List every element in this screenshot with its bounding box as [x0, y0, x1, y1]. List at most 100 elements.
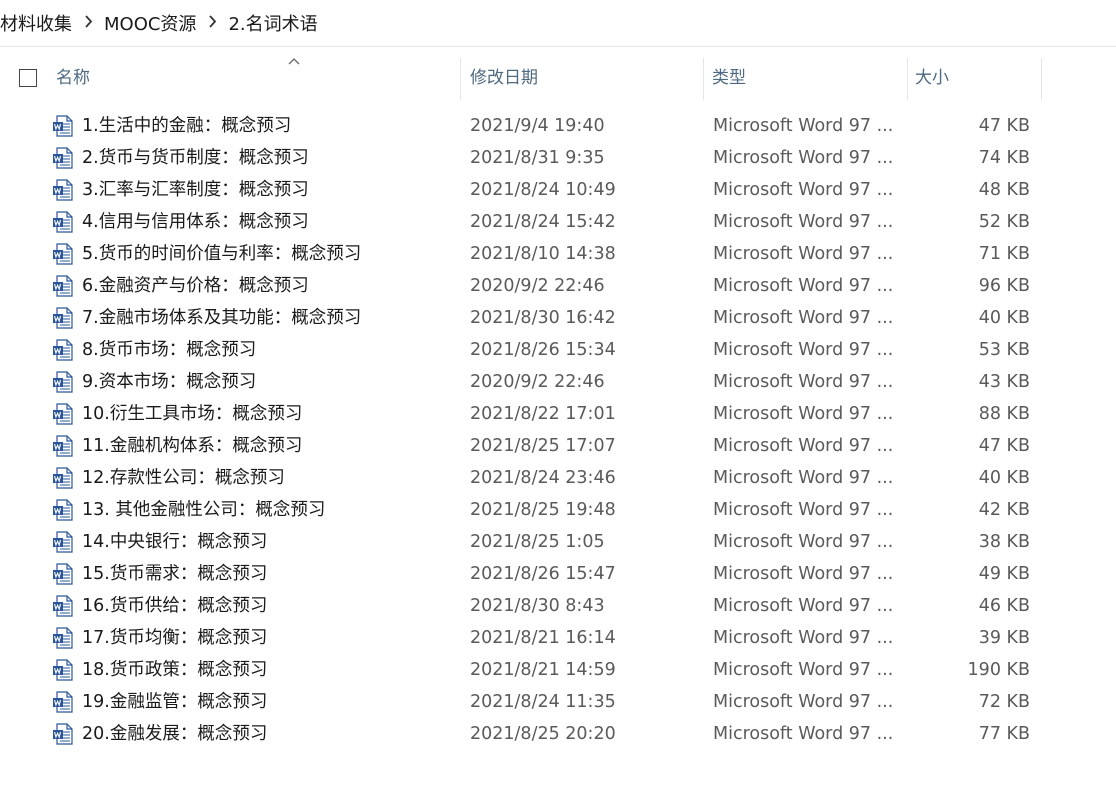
file-row[interactable]: 15.货币需求：概念预习 2021/8/26 15:47 Microsoft Wor… — [0, 558, 1116, 590]
file-modified-date: 2021/8/30 16:42 — [470, 308, 616, 328]
file-size: 47 KB — [978, 116, 1030, 136]
file-name[interactable]: 18.货币政策：概念预习 — [82, 654, 267, 686]
file-name[interactable]: 10.衍生工具市场：概念预习 — [82, 398, 302, 430]
file-modified-date: 2021/8/25 1:05 — [470, 532, 605, 552]
file-row[interactable]: 10.衍生工具市场：概念预习 2021/8/22 17:01 Microsoft W… — [0, 398, 1116, 430]
file-name[interactable]: 20.金融发展：概念预习 — [82, 718, 267, 750]
column-header-date-label: 修改日期 — [470, 68, 538, 88]
word-document-icon — [52, 403, 74, 425]
file-size: 77 KB — [978, 724, 1030, 744]
word-document-icon — [52, 467, 74, 489]
file-row[interactable]: 4.信用与信用体系：概念预习 2021/8/24 15:42 Microsoft W… — [0, 206, 1116, 238]
breadcrumb-item-materials[interactable]: 材料收集 — [0, 10, 72, 36]
file-modified-date: 2021/8/10 14:38 — [470, 244, 616, 264]
file-modified-date: 2021/8/24 11:35 — [470, 692, 616, 712]
file-name[interactable]: 11.金融机构体系：概念预习 — [82, 430, 302, 462]
file-row[interactable]: 3.汇率与汇率制度：概念预习 2021/8/24 10:49 Microsoft W… — [0, 174, 1116, 206]
file-name[interactable]: 9.资本市场：概念预习 — [82, 366, 256, 398]
file-name[interactable]: 13. 其他金融性公司：概念预习 — [82, 494, 325, 526]
file-name[interactable]: 16.货币供给：概念预习 — [82, 590, 267, 622]
file-row[interactable]: 17.货币均衡：概念预习 2021/8/21 16:14 Microsoft Wor… — [0, 622, 1116, 654]
file-name[interactable]: 17.货币均衡：概念预习 — [82, 622, 267, 654]
select-all-checkbox[interactable] — [19, 69, 37, 87]
breadcrumb-item-terms[interactable]: 2.名词术语 — [228, 10, 317, 36]
word-document-icon — [52, 147, 74, 169]
file-row[interactable]: 9.资本市场：概念预习 2020/9/2 22:46 Microsoft Word … — [0, 366, 1116, 398]
file-row[interactable]: 18.货币政策：概念预习 2021/8/21 14:59 Microsoft Wor… — [0, 654, 1116, 686]
file-name[interactable]: 3.汇率与汇率制度：概念预习 — [82, 174, 309, 206]
word-document-icon — [52, 531, 74, 553]
file-row[interactable]: 7.金融市场体系及其功能：概念预习 2021/8/30 16:42 Microsof… — [0, 302, 1116, 334]
file-row[interactable]: 1.生活中的金融：概念预习 2021/9/4 19:40 Microsoft Wor… — [0, 110, 1116, 142]
file-name[interactable]: 19.金融监管：概念预习 — [82, 686, 267, 718]
file-type: Microsoft Word 97 ... — [713, 596, 894, 616]
word-document-icon — [52, 243, 74, 265]
file-row[interactable]: 11.金融机构体系：概念预习 2021/8/25 17:07 Microsoft W… — [0, 430, 1116, 462]
chevron-right-icon[interactable] — [196, 14, 228, 32]
column-header-name-label: 名称 — [56, 68, 90, 88]
file-modified-date: 2021/8/24 10:49 — [470, 180, 616, 200]
file-row[interactable]: 20.金融发展：概念预习 2021/8/25 20:20 Microsoft Wor… — [0, 718, 1116, 750]
file-size: 53 KB — [978, 340, 1030, 360]
file-type: Microsoft Word 97 ... — [713, 372, 894, 392]
file-type: Microsoft Word 97 ... — [713, 500, 894, 520]
file-type: Microsoft Word 97 ... — [713, 148, 894, 168]
column-divider[interactable] — [460, 58, 461, 100]
word-document-icon — [52, 563, 74, 585]
file-type: Microsoft Word 97 ... — [713, 244, 894, 264]
file-modified-date: 2021/8/24 15:42 — [470, 212, 616, 232]
file-name[interactable]: 1.生活中的金融：概念预习 — [82, 110, 291, 142]
word-document-icon — [52, 659, 74, 681]
file-row[interactable]: 12.存款性公司：概念预习 2021/8/24 23:46 Microsoft Wo… — [0, 462, 1116, 494]
file-type: Microsoft Word 97 ... — [713, 404, 894, 424]
file-name[interactable]: 2.货币与货币制度：概念预习 — [82, 142, 309, 174]
file-name[interactable]: 4.信用与信用体系：概念预习 — [82, 206, 309, 238]
column-header-type[interactable]: 类型 — [712, 58, 907, 100]
file-type: Microsoft Word 97 ... — [713, 308, 894, 328]
file-size: 48 KB — [978, 180, 1030, 200]
file-row[interactable]: 19.金融监管：概念预习 2021/8/24 11:35 Microsoft Wor… — [0, 686, 1116, 718]
file-size: 96 KB — [978, 276, 1030, 296]
file-type: Microsoft Word 97 ... — [713, 180, 894, 200]
file-name[interactable]: 6.金融资产与价格：概念预习 — [82, 270, 309, 302]
file-row[interactable]: 16.货币供给：概念预习 2021/8/30 8:43 Microsoft Word… — [0, 590, 1116, 622]
file-name[interactable]: 7.金融市场体系及其功能：概念预习 — [82, 302, 361, 334]
file-name[interactable]: 12.存款性公司：概念预习 — [82, 462, 285, 494]
file-modified-date: 2021/8/26 15:47 — [470, 564, 616, 584]
file-size: 46 KB — [978, 596, 1030, 616]
file-type: Microsoft Word 97 ... — [713, 212, 894, 232]
file-name[interactable]: 8.货币市场：概念预习 — [82, 334, 256, 366]
file-row[interactable]: 5.货币的时间价值与利率：概念预习 2021/8/10 14:38 Microsof… — [0, 238, 1116, 270]
file-type: Microsoft Word 97 ... — [713, 436, 894, 456]
file-name[interactable]: 15.货币需求：概念预习 — [82, 558, 267, 590]
file-row[interactable]: 2.货币与货币制度：概念预习 2021/8/31 9:35 Microsoft Wo… — [0, 142, 1116, 174]
file-row[interactable]: 13. 其他金融性公司：概念预习 2021/8/25 19:48 Microsoft… — [0, 494, 1116, 526]
file-row[interactable]: 8.货币市场：概念预习 2021/8/26 15:34 Microsoft Word… — [0, 334, 1116, 366]
column-header-size[interactable]: 大小 — [915, 58, 1041, 100]
file-size: 47 KB — [978, 436, 1030, 456]
word-document-icon — [52, 627, 74, 649]
file-name[interactable]: 14.中央银行：概念预习 — [82, 526, 267, 558]
column-header-name[interactable]: 名称 — [56, 58, 460, 100]
column-divider[interactable] — [907, 58, 908, 100]
file-type: Microsoft Word 97 ... — [713, 532, 894, 552]
file-type: Microsoft Word 97 ... — [713, 276, 894, 296]
file-name[interactable]: 5.货币的时间价值与利率：概念预习 — [82, 238, 361, 270]
file-type: Microsoft Word 97 ... — [713, 340, 894, 360]
file-type: Microsoft Word 97 ... — [713, 724, 894, 744]
file-type: Microsoft Word 97 ... — [713, 468, 894, 488]
column-divider[interactable] — [703, 58, 704, 100]
breadcrumb-item-mooc[interactable]: MOOC资源 — [104, 10, 196, 36]
file-type: Microsoft Word 97 ... — [713, 692, 894, 712]
word-document-icon — [52, 275, 74, 297]
word-document-icon — [52, 307, 74, 329]
file-row[interactable]: 6.金融资产与价格：概念预习 2020/9/2 22:46 Microsoft Wo… — [0, 270, 1116, 302]
chevron-right-icon[interactable] — [72, 14, 104, 32]
column-header-date[interactable]: 修改日期 — [470, 58, 703, 100]
column-divider[interactable] — [1041, 58, 1042, 100]
file-row[interactable]: 14.中央银行：概念预习 2021/8/25 1:05 Microsoft Word… — [0, 526, 1116, 558]
word-document-icon — [52, 371, 74, 393]
file-size: 38 KB — [978, 532, 1030, 552]
file-size: 49 KB — [978, 564, 1030, 584]
file-type: Microsoft Word 97 ... — [713, 628, 894, 648]
